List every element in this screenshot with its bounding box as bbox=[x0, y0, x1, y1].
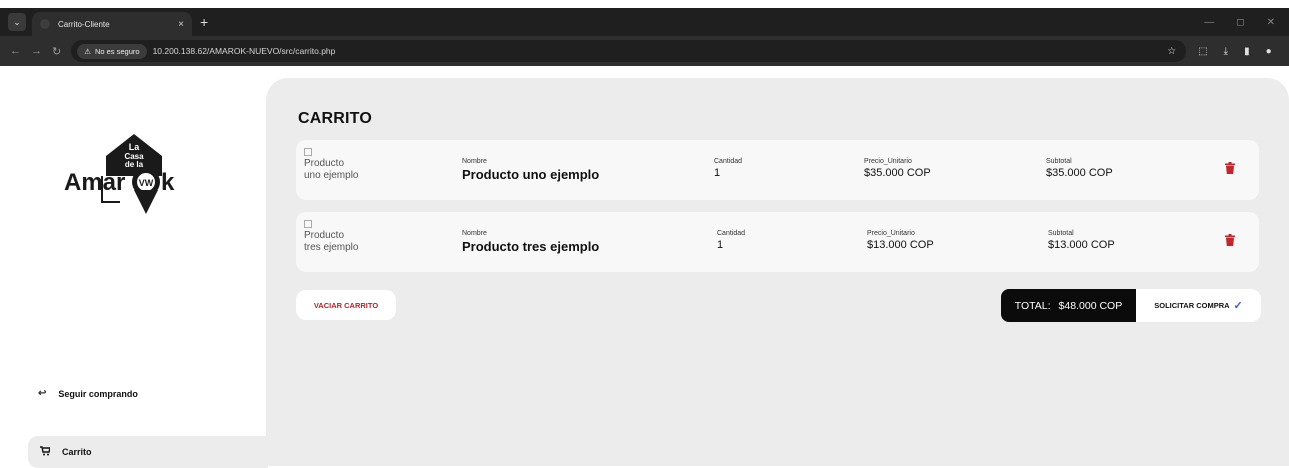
total-box: TOTAL: $48.000 COP bbox=[1001, 289, 1136, 322]
price-label: Precio_Unitario bbox=[864, 158, 912, 165]
sidebar-item-cart[interactable]: Carrito bbox=[28, 436, 268, 468]
price-value: $35.000 COP bbox=[864, 167, 931, 179]
product-image: Producto tres ejemplo bbox=[304, 220, 360, 254]
subtotal-value: $13.000 COP bbox=[1048, 239, 1115, 251]
sidebar: La Casa de la Amar VW k ↩ Seguir compran… bbox=[0, 66, 280, 468]
url-icons: ☆ bbox=[1167, 46, 1176, 57]
browser-tools: ⬚ ⤓ ▮ ● bbox=[1198, 46, 1271, 57]
warning-icon: ⚠ bbox=[84, 46, 91, 56]
address-bar[interactable]: ⚠ No es seguro 10.200.138.62/AMAROK-NUEV… bbox=[71, 40, 1187, 62]
profile-icon[interactable]: ● bbox=[1266, 46, 1272, 57]
subtotal-col: Subtotal $35.000 COP bbox=[1046, 158, 1113, 179]
qty-value: 1 bbox=[717, 239, 724, 251]
new-tab-icon[interactable]: + bbox=[200, 14, 208, 30]
return-arrow-icon: ↩ bbox=[38, 388, 47, 399]
delete-trash-icon[interactable] bbox=[1225, 162, 1235, 174]
cart-row: Producto tres ejemplo Nombre Producto tr… bbox=[296, 212, 1259, 272]
sidebar-item-label: Carrito bbox=[62, 447, 92, 457]
name-col: Nombre Producto tres ejemplo bbox=[462, 230, 599, 254]
name-col: Nombre Producto uno ejemplo bbox=[462, 158, 599, 182]
empty-cart-button[interactable]: VACIAR CARRITO bbox=[296, 290, 396, 320]
qty-value: 1 bbox=[714, 167, 721, 179]
browser-tab[interactable]: Carrito-Cliente × bbox=[32, 12, 192, 36]
svg-text:de la: de la bbox=[125, 160, 144, 169]
subtotal-label: Subtotal bbox=[1046, 158, 1072, 165]
forward-icon[interactable]: → bbox=[31, 45, 42, 57]
reload-icon[interactable]: ↻ bbox=[52, 45, 61, 58]
browser-tabbar: ⌄ Carrito-Cliente × + — ◻ ✕ bbox=[0, 8, 1289, 36]
checkout-label: SOLICITAR COMPRA bbox=[1154, 301, 1230, 310]
tab-title: Carrito-Cliente bbox=[58, 19, 110, 29]
svg-text:Amar: Amar bbox=[64, 169, 125, 196]
cart-panel: CARRITO Producto uno ejemplo Nombre Prod… bbox=[266, 78, 1289, 466]
subtotal-col: Subtotal $13.000 COP bbox=[1048, 230, 1115, 251]
price-label: Precio_Unitario bbox=[867, 230, 915, 237]
price-value: $13.000 COP bbox=[867, 239, 934, 251]
name-label: Nombre bbox=[462, 158, 487, 165]
delete-trash-icon[interactable] bbox=[1225, 234, 1235, 246]
total-label: TOTAL: bbox=[1014, 299, 1051, 312]
checkmark-icon: ✓ bbox=[1233, 300, 1243, 312]
qty-label: Cantidad bbox=[717, 230, 746, 237]
sidepanel-icon[interactable]: ▮ bbox=[1244, 46, 1250, 57]
favicon-icon bbox=[40, 19, 50, 29]
name-label: Nombre bbox=[462, 230, 487, 237]
tab-close-icon[interactable]: × bbox=[178, 19, 184, 30]
qty-col: Cantidad 1 bbox=[717, 230, 745, 251]
product-image-alt: Producto uno ejemplo bbox=[304, 158, 359, 181]
download-icon[interactable]: ⤓ bbox=[1224, 46, 1228, 57]
qty-col: Cantidad 1 bbox=[714, 158, 742, 179]
broken-image-icon bbox=[304, 220, 312, 228]
page-title: CARRITO bbox=[298, 110, 372, 127]
svg-text:k: k bbox=[161, 169, 175, 196]
minimize-icon[interactable]: — bbox=[1204, 17, 1214, 28]
security-badge[interactable]: ⚠ No es seguro bbox=[77, 43, 147, 59]
maximize-icon[interactable]: ◻ bbox=[1236, 17, 1244, 28]
browser-toolbar: ← → ↻ ⚠ No es seguro 10.200.138.62/AMARO… bbox=[0, 36, 1289, 66]
svg-text:VW: VW bbox=[139, 178, 154, 188]
top-strip bbox=[0, 0, 1289, 8]
extensions-icon[interactable]: ⬚ bbox=[1198, 46, 1207, 57]
product-name: Producto uno ejemplo bbox=[462, 167, 600, 182]
product-image-alt: Producto tres ejemplo bbox=[304, 230, 359, 253]
cart-row: Producto uno ejemplo Nombre Producto uno… bbox=[296, 140, 1259, 200]
cart-icon bbox=[40, 446, 51, 458]
subtotal-label: Subtotal bbox=[1048, 230, 1074, 237]
subtotal-value: $35.000 COP bbox=[1046, 167, 1113, 179]
continue-shopping-link[interactable]: ↩ Seguir comprando bbox=[38, 388, 138, 399]
product-image: Producto uno ejemplo bbox=[304, 148, 360, 182]
broken-image-icon bbox=[304, 148, 312, 156]
total-value: $48.000 COP bbox=[1058, 299, 1123, 312]
amarok-logo: La Casa de la Amar VW k bbox=[64, 134, 175, 214]
back-icon[interactable]: ← bbox=[10, 45, 21, 57]
checkout-button[interactable]: SOLICITAR COMPRA ✓ bbox=[1136, 289, 1261, 322]
security-label: No es seguro bbox=[94, 46, 140, 56]
continue-shopping-label: Seguir comprando bbox=[58, 388, 138, 399]
svg-text:La: La bbox=[129, 142, 140, 152]
window-close-icon[interactable]: ✕ bbox=[1267, 17, 1275, 28]
url-text[interactable]: 10.200.138.62/AMAROK-NUEVO/src/carrito.p… bbox=[153, 46, 336, 56]
app: La Casa de la Amar VW k ↩ Seguir compran… bbox=[0, 66, 1289, 468]
product-name: Producto tres ejemplo bbox=[462, 239, 600, 254]
window-controls: — ◻ ✕ bbox=[1204, 17, 1275, 28]
price-col: Precio_Unitario $35.000 COP bbox=[864, 158, 931, 179]
price-col: Precio_Unitario $13.000 COP bbox=[867, 230, 934, 251]
qty-label: Cantidad bbox=[714, 158, 743, 165]
bookmark-star-icon[interactable]: ☆ bbox=[1167, 46, 1176, 57]
tab-search-icon[interactable]: ⌄ bbox=[8, 13, 26, 31]
